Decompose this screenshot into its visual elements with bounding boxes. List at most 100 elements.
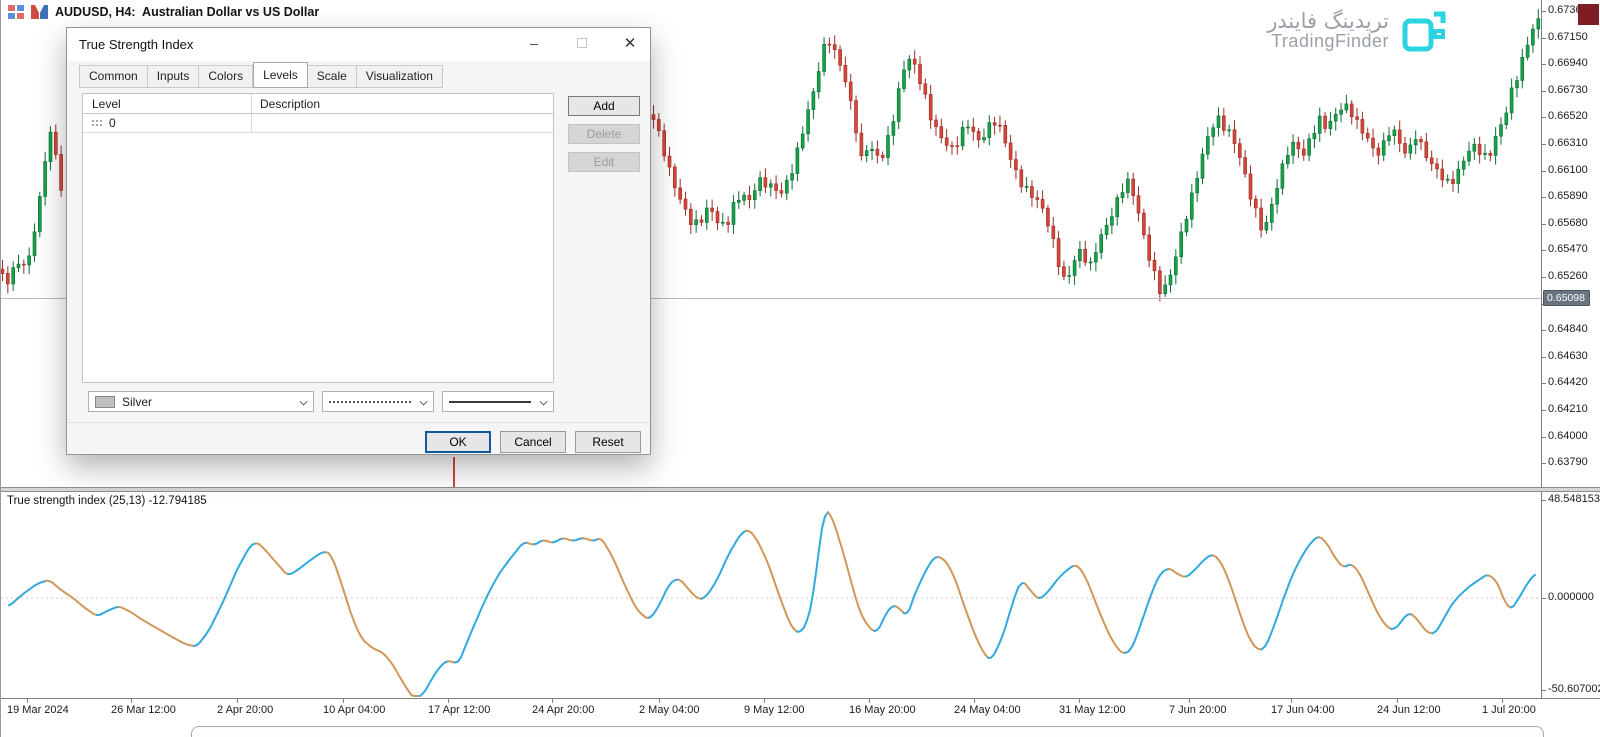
time-tick: [869, 699, 870, 703]
time-axis-label: 24 May 04:00: [954, 704, 1021, 716]
tab-levels[interactable]: Levels: [253, 62, 308, 88]
tsi-canvas: [1, 492, 1541, 698]
bottom-panel-edge: [191, 726, 1544, 737]
indicator-axis-label: 0.000000: [1548, 591, 1594, 603]
symbol-title-bar: AUDUSD, H4: Australian Dollar vs US Doll…: [8, 5, 319, 19]
price-axis-label: 0.66100: [1548, 164, 1588, 176]
indicator-axis-label: -50.607002: [1548, 683, 1600, 695]
dialog-separator: [67, 422, 650, 423]
price-axis-label: 0.64840: [1548, 323, 1588, 335]
time-tick: [1291, 699, 1292, 703]
close-button[interactable]: ✕: [613, 28, 647, 58]
level-color-select[interactable]: Silver: [88, 391, 314, 412]
time-axis-label: 24 Jun 12:00: [1377, 704, 1441, 716]
maximize-button[interactable]: [565, 28, 599, 58]
price-axis-label: 0.66310: [1548, 137, 1588, 149]
drag-handle-icon: [91, 119, 104, 127]
dialog-titlebar[interactable]: True Strength Index – ✕: [67, 28, 650, 61]
minimize-icon: –: [530, 35, 538, 51]
time-tick: [974, 699, 975, 703]
indicator-properties-dialog: True Strength Index – ✕ Common Inputs Co…: [66, 27, 651, 455]
axis-tick: [1542, 224, 1546, 225]
line-style-select[interactable]: [322, 391, 434, 412]
time-tick: [659, 699, 660, 703]
tsi-indicator-chart[interactable]: True strength index (25,13) -12.794185: [1, 492, 1541, 698]
time-tick: [764, 699, 765, 703]
levels-table: Level Description 0: [82, 93, 554, 383]
price-axis[interactable]: 0.65098 0.673600.671500.669400.667300.66…: [1541, 0, 1600, 698]
axis-tick: [1542, 598, 1546, 599]
tab-colors[interactable]: Colors: [199, 65, 253, 88]
time-tick: [1502, 699, 1503, 703]
tab-inputs[interactable]: Inputs: [148, 65, 200, 88]
price-axis-label: 0.65680: [1548, 217, 1588, 229]
level-value: 0: [109, 116, 116, 130]
time-axis-label: 17 Apr 12:00: [428, 704, 490, 716]
time-axis-label: 10 Apr 04:00: [323, 704, 385, 716]
add-button[interactable]: Add: [568, 96, 640, 116]
price-axis-label: 0.65890: [1548, 190, 1588, 202]
mt5-chart-window: AUDUSD, H4: Australian Dollar vs US Doll…: [0, 0, 1600, 737]
tab-visualization[interactable]: Visualization: [357, 65, 443, 88]
price-axis-label: 0.65260: [1548, 270, 1588, 282]
color-swatch: [95, 396, 115, 408]
panel-splitter[interactable]: [1, 487, 1600, 492]
line-width-select[interactable]: [442, 391, 554, 412]
time-tick: [131, 699, 132, 703]
price-axis-label: 0.64000: [1548, 430, 1588, 442]
time-tick: [343, 699, 344, 703]
time-tick: [552, 699, 553, 703]
indicator-axis-label: 48.548153: [1548, 493, 1600, 505]
axis-tick: [1542, 144, 1546, 145]
time-tick: [237, 699, 238, 703]
time-axis-label: 31 May 12:00: [1059, 704, 1126, 716]
price-axis-label: 0.64420: [1548, 376, 1588, 388]
minimize-button[interactable]: –: [517, 28, 551, 58]
time-axis-label: 9 May 12:00: [744, 704, 805, 716]
axis-tick: [1542, 437, 1546, 438]
chevron-down-icon: [300, 398, 308, 406]
price-axis-label: 0.66730: [1548, 84, 1588, 96]
column-header-description[interactable]: Description: [260, 97, 320, 111]
time-axis-label: 2 Apr 20:00: [217, 704, 273, 716]
maximize-icon: [577, 38, 587, 48]
edit-button[interactable]: Edit: [568, 152, 640, 172]
time-tick: [1397, 699, 1398, 703]
ok-button[interactable]: OK: [425, 431, 491, 453]
tab-scale[interactable]: Scale: [308, 65, 357, 88]
axis-tick: [1542, 383, 1546, 384]
close-icon: ✕: [624, 34, 637, 52]
reset-button[interactable]: Reset: [575, 431, 641, 453]
time-axis-label: 2 May 04:00: [639, 704, 700, 716]
hline-price-badge: 0.65098: [1543, 290, 1590, 306]
watermark-title-fa: تریدینگ فایندر: [1267, 10, 1389, 32]
table-row[interactable]: 0: [83, 114, 553, 133]
axis-tick: [1542, 91, 1546, 92]
cancel-button[interactable]: Cancel: [500, 431, 566, 453]
symbol-title: AUDUSD, H4: Australian Dollar vs US Doll…: [55, 5, 319, 19]
chevron-down-icon: [420, 398, 428, 406]
dialog-title: True Strength Index: [79, 37, 193, 52]
time-tick: [27, 699, 28, 703]
chart-window-icon: [8, 5, 24, 19]
axis-tick: [1542, 197, 1546, 198]
bottom-strip: [1, 720, 1600, 737]
dialog-tabs: Common Inputs Colors Levels Scale Visual…: [79, 65, 443, 88]
time-axis[interactable]: 19 Mar 202426 Mar 12:002 Apr 20:0010 Apr…: [1, 698, 1600, 720]
delete-button[interactable]: Delete: [568, 124, 640, 144]
tab-common[interactable]: Common: [79, 65, 148, 88]
price-axis-label: 0.66520: [1548, 110, 1588, 122]
column-header-level[interactable]: Level: [92, 97, 121, 111]
axis-tick: [1542, 117, 1546, 118]
time-axis-label: 16 May 20:00: [849, 704, 916, 716]
watermark-title-en: TradingFinder: [1271, 32, 1389, 51]
time-tick: [448, 699, 449, 703]
occluded-candle-fragment: [453, 457, 455, 487]
axis-tick: [1542, 11, 1546, 12]
top-right-red-box: [1578, 4, 1599, 25]
axis-tick: [1542, 38, 1546, 39]
axis-tick: [1542, 64, 1546, 65]
price-axis-label: 0.66940: [1548, 57, 1588, 69]
time-axis-label: 24 Apr 20:00: [532, 704, 594, 716]
indicator-name-label: True strength index (25,13) -12.794185: [7, 495, 207, 507]
